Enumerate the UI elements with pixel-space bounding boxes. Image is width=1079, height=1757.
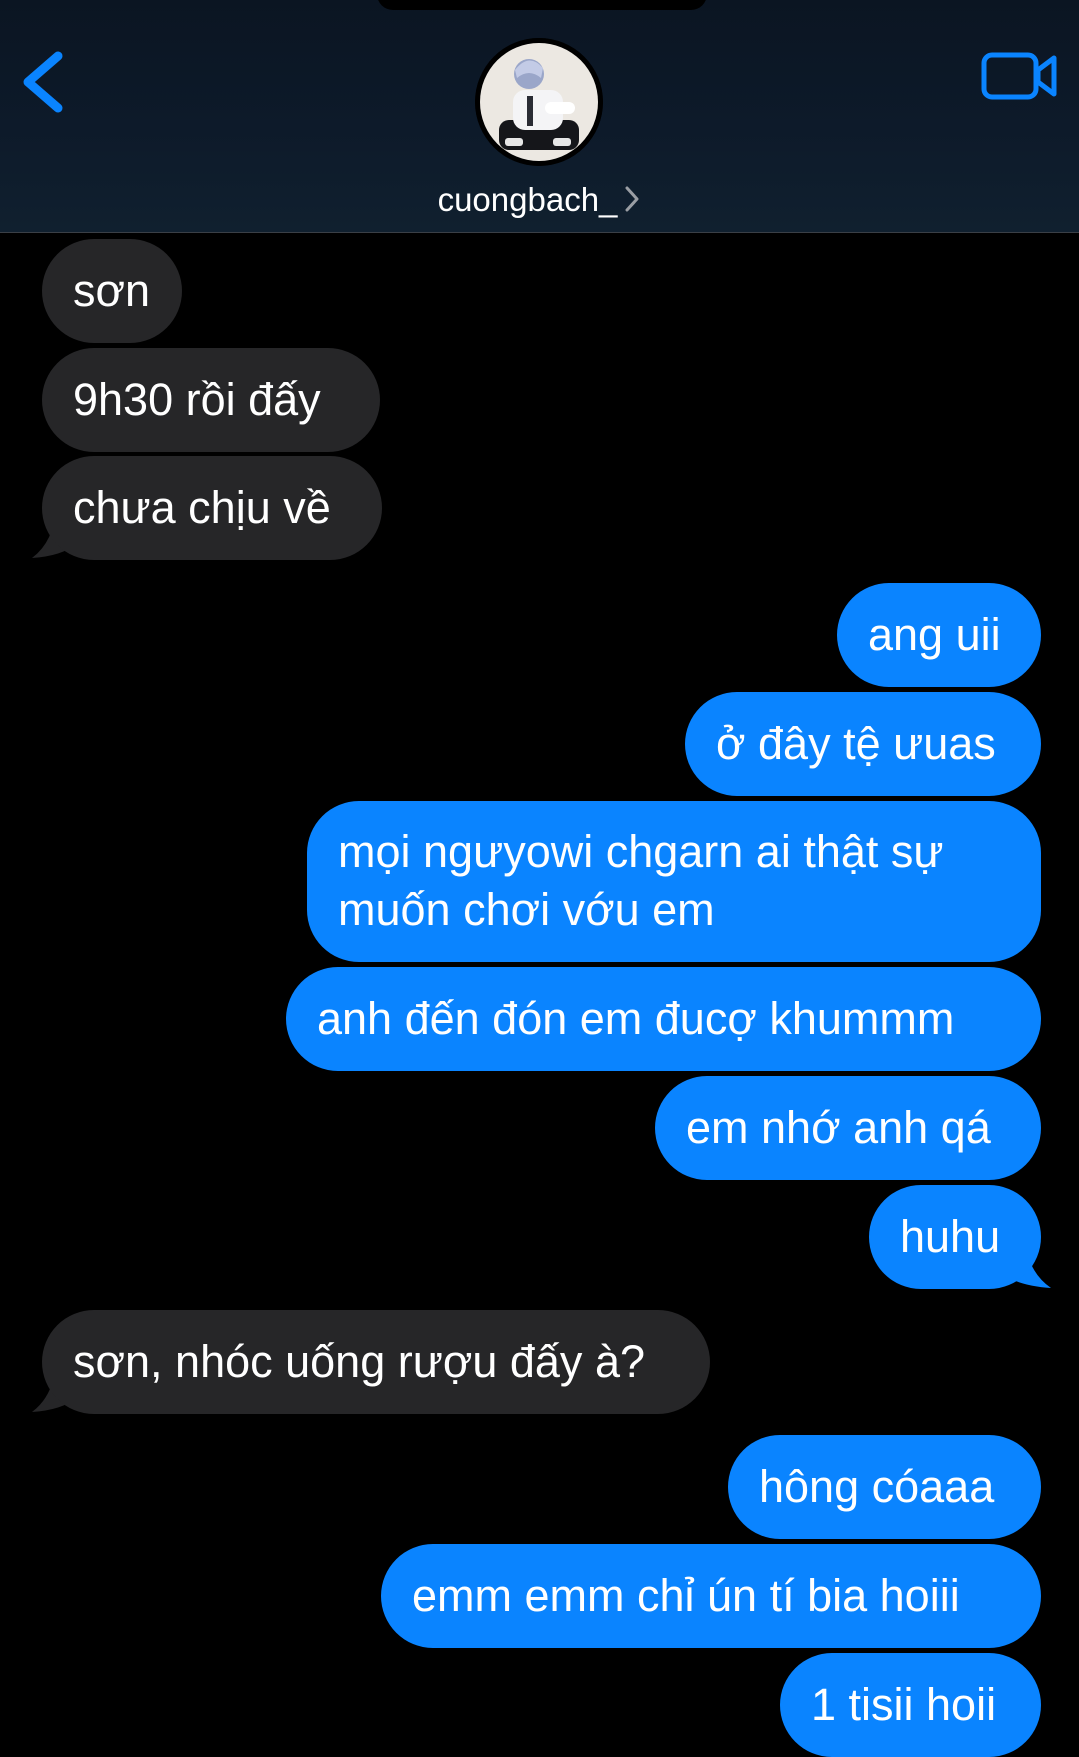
sent-message[interactable]: emm emm chỉ ún tí bia hoiii — [381, 1544, 1041, 1648]
message-text: sơn — [73, 265, 151, 316]
message-text: mọi ngưyowi chgarn ai thật sự muốn chơi … — [338, 826, 944, 935]
sent-message[interactable]: ang uii — [837, 583, 1041, 687]
sent-message[interactable]: em nhớ anh qá — [655, 1076, 1041, 1180]
sent-message[interactable]: ở đây tệ ưuas — [685, 692, 1041, 796]
chevron-left-icon — [23, 51, 63, 113]
message-text: sơn, nhóc uống rượu đấy à? — [73, 1336, 645, 1387]
sent-message[interactable]: hông cóaaa — [728, 1435, 1041, 1539]
sent-message[interactable]: anh đến đón em đucợ khummm — [286, 967, 1041, 1071]
chat-header: cuongbach_ — [0, 0, 1079, 233]
received-message[interactable]: chưa chịu về — [42, 456, 382, 560]
status-notch — [377, 0, 707, 10]
message-text: huhu — [900, 1211, 1001, 1262]
message-text: ang uii — [868, 609, 1001, 660]
video-call-button[interactable] — [980, 48, 1058, 104]
message-text: emm emm chỉ ún tí bia hoiii — [412, 1570, 960, 1621]
message-text: chưa chịu về — [73, 482, 331, 533]
sent-message[interactable]: huhu — [869, 1185, 1041, 1289]
sent-message[interactable]: 1 tisii hoii — [780, 1653, 1041, 1757]
received-message[interactable]: sơn, nhóc uống rượu đấy à? — [42, 1310, 710, 1414]
message-text: 9h30 rồi đấy — [73, 374, 321, 425]
chevron-right-icon — [625, 186, 639, 212]
message-text: 1 tisii hoii — [811, 1679, 997, 1730]
received-message[interactable]: 9h30 rồi đấy — [42, 348, 380, 452]
back-button[interactable] — [14, 42, 74, 122]
contact-username: cuongbach_ — [437, 181, 618, 218]
received-message[interactable]: sơn — [42, 239, 182, 343]
contact-name-link[interactable]: cuongbach_ — [0, 176, 1079, 224]
message-text: em nhớ anh qá — [686, 1102, 991, 1153]
message-text: anh đến đón em đucợ khummm — [317, 993, 955, 1044]
avatar[interactable] — [475, 38, 603, 166]
video-camera-icon — [981, 52, 1057, 100]
message-text: ở đây tệ ưuas — [716, 718, 996, 769]
sent-message[interactable]: mọi ngưyowi chgarn ai thật sự muốn chơi … — [307, 801, 1041, 962]
message-text: hông cóaaa — [759, 1461, 995, 1512]
